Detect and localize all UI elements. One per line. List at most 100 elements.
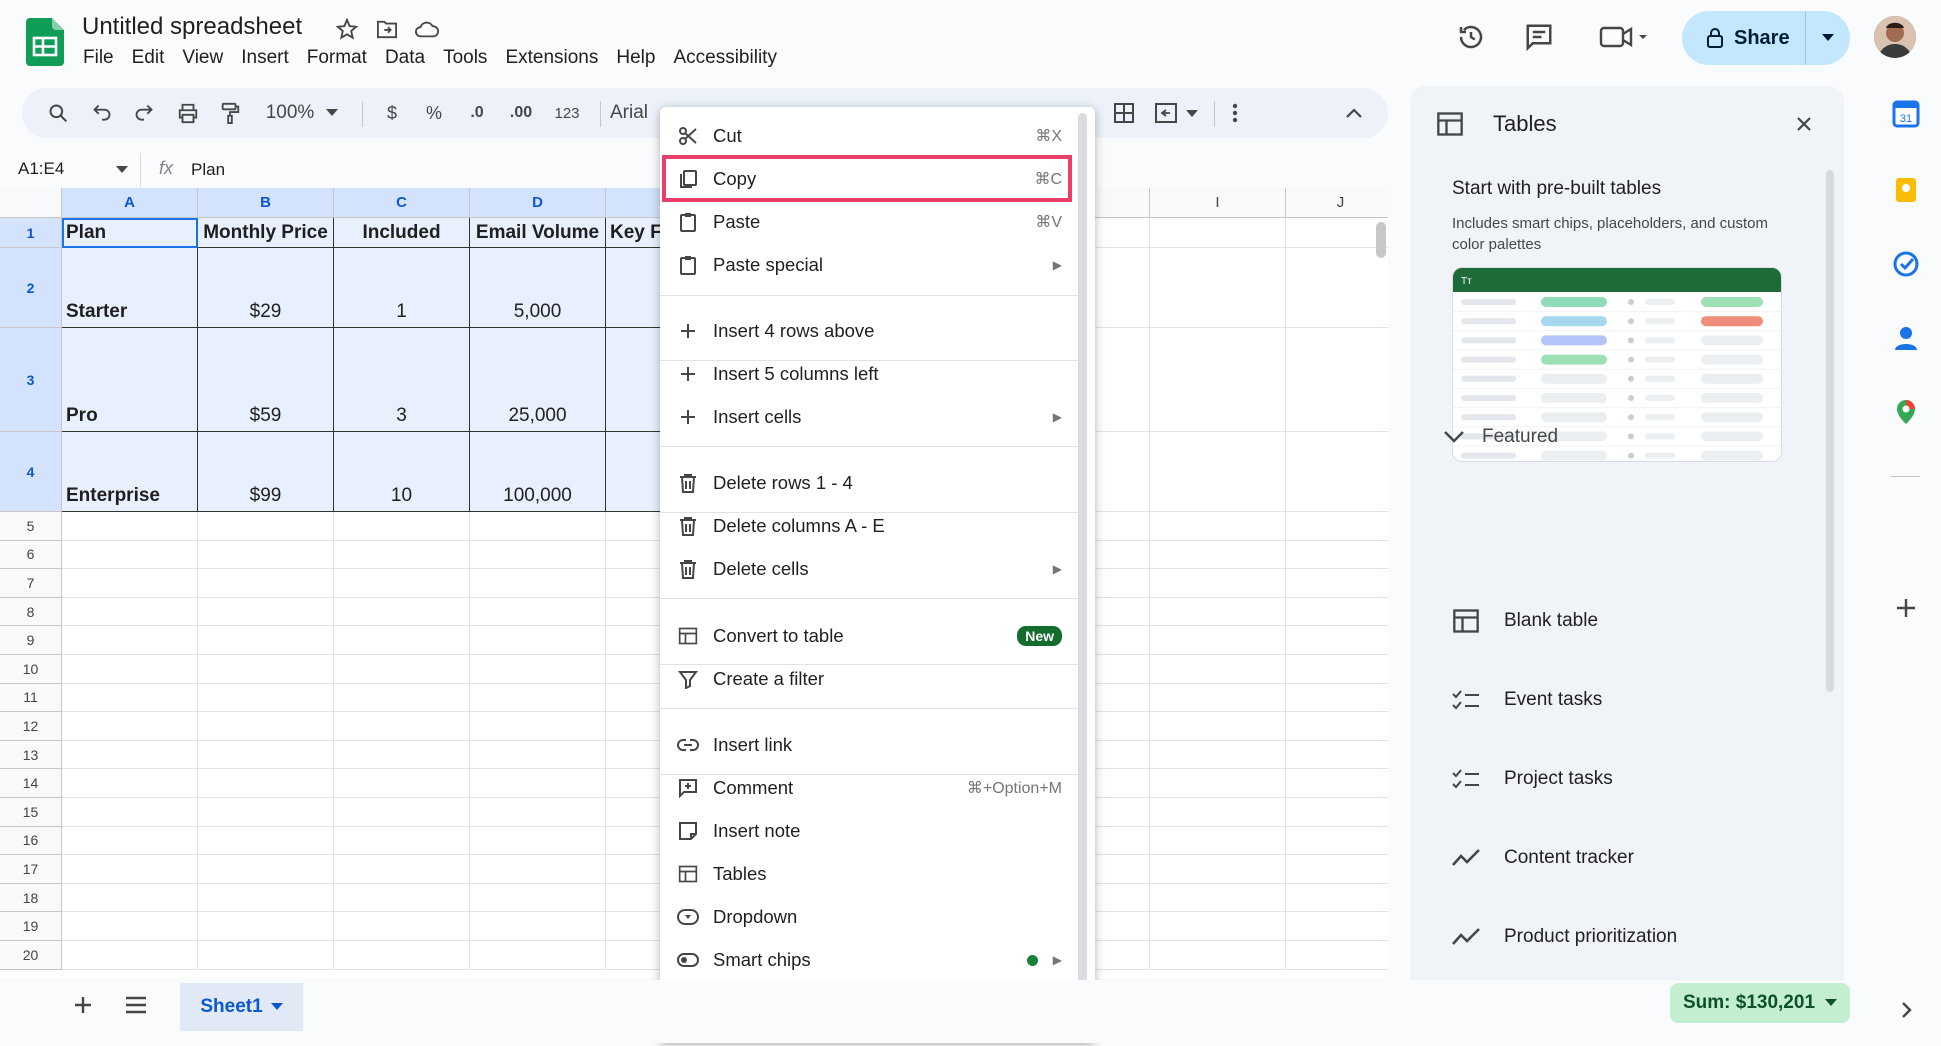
template-event-tasks[interactable]: Event tasks (1450, 684, 1602, 716)
cell[interactable] (334, 855, 470, 884)
cell[interactable] (1286, 884, 1388, 913)
cell[interactable] (1150, 328, 1286, 432)
paint-format-icon[interactable] (218, 101, 242, 125)
cell[interactable] (470, 655, 606, 684)
cell[interactable] (1286, 655, 1388, 684)
cell[interactable] (334, 826, 470, 856)
cell[interactable] (1150, 432, 1286, 512)
cell[interactable] (1150, 655, 1286, 684)
sum-indicator[interactable]: Sum: $130,201 (1670, 983, 1850, 1023)
cell[interactable]: 5,000 (470, 248, 606, 328)
cell[interactable] (470, 569, 606, 598)
cell[interactable] (1286, 769, 1388, 798)
collapse-toolbar-icon[interactable] (1342, 101, 1366, 125)
cell[interactable] (62, 941, 198, 970)
increase-decimal-button[interactable]: .00 (504, 101, 538, 125)
column-header[interactable]: J (1286, 188, 1388, 218)
document-title[interactable]: Untitled spreadsheet (82, 13, 302, 41)
avatar[interactable] (1874, 16, 1916, 58)
cell[interactable] (334, 569, 470, 598)
zoom-dropdown-icon[interactable] (325, 101, 339, 125)
row-header[interactable]: 1 (0, 218, 62, 248)
cell[interactable] (1150, 597, 1286, 627)
cell[interactable] (198, 569, 334, 598)
cell[interactable] (198, 941, 334, 970)
cell[interactable]: 25,000 (470, 328, 606, 432)
cell[interactable] (1150, 626, 1286, 655)
cell[interactable] (62, 855, 198, 884)
cell[interactable] (1286, 432, 1388, 512)
cell[interactable] (1150, 798, 1286, 827)
cell[interactable] (1150, 855, 1286, 884)
cell[interactable] (1286, 598, 1388, 627)
menu-tools[interactable]: Tools (434, 47, 496, 69)
zoom-select[interactable]: 100% (262, 101, 318, 125)
menu-help[interactable]: Help (607, 47, 664, 69)
featured-section-toggle[interactable]: Featured (1444, 426, 1558, 448)
cell[interactable] (334, 512, 470, 541)
undo-icon[interactable] (90, 101, 114, 125)
cell[interactable] (334, 655, 470, 684)
decrease-decimal-button[interactable]: .0 (462, 101, 492, 125)
menu-format[interactable]: Format (298, 47, 376, 69)
cell[interactable] (62, 540, 198, 570)
cell[interactable] (62, 912, 198, 941)
row-header[interactable]: 7 (0, 569, 62, 598)
row-header[interactable]: 8 (0, 597, 62, 627)
column-header[interactable]: A (62, 188, 198, 218)
cell[interactable] (1150, 740, 1286, 770)
menu-item-insert-4-rows-above[interactable]: Insert 4 rows above (660, 311, 1080, 351)
template-product-prioritization[interactable]: Product prioritization (1450, 921, 1677, 953)
move-folder-icon[interactable] (374, 16, 400, 42)
cell[interactable] (62, 826, 198, 856)
cell[interactable] (1286, 328, 1388, 432)
menu-item-paste-special[interactable]: Paste special ▶ (660, 245, 1080, 285)
row-header[interactable]: 14 (0, 769, 62, 798)
print-icon[interactable] (176, 101, 200, 125)
menu-item-cut[interactable]: Cut ⌘X (660, 116, 1080, 156)
cell[interactable] (1286, 941, 1388, 970)
cell[interactable] (198, 769, 334, 798)
cell[interactable] (62, 569, 198, 598)
comments-icon[interactable] (1520, 18, 1558, 56)
cell[interactable] (1286, 512, 1388, 541)
menu-item-insert-cells[interactable]: Insert cells ▶ (660, 397, 1080, 437)
keep-icon[interactable] (1892, 176, 1920, 204)
context-menu-scrollbar[interactable] (1078, 113, 1087, 1031)
cell[interactable] (470, 912, 606, 941)
cell[interactable] (1286, 741, 1388, 770)
cell[interactable] (334, 712, 470, 741)
row-header[interactable]: 13 (0, 740, 62, 770)
name-box-dropdown-icon[interactable] (116, 166, 128, 174)
version-history-icon[interactable] (1452, 18, 1490, 56)
cell[interactable] (1150, 912, 1286, 941)
menu-item-tables[interactable]: Tables (660, 854, 1080, 894)
cell[interactable] (198, 712, 334, 741)
menu-item-dropdown[interactable]: Dropdown (660, 897, 1080, 937)
template-blank-table[interactable]: Blank table (1450, 605, 1598, 637)
cell[interactable] (334, 683, 470, 713)
row-header[interactable]: 17 (0, 855, 62, 884)
contacts-icon[interactable] (1892, 324, 1920, 352)
cell[interactable] (1150, 769, 1286, 798)
sheet-tab[interactable]: Sheet1 (180, 983, 303, 1031)
cell[interactable] (470, 626, 606, 655)
formula-value[interactable]: Plan (191, 160, 225, 180)
cell[interactable] (334, 626, 470, 655)
close-icon[interactable] (1796, 116, 1812, 132)
cell[interactable] (334, 740, 470, 770)
cell[interactable] (198, 883, 334, 913)
cell[interactable] (198, 798, 334, 827)
cell[interactable] (198, 626, 334, 655)
cell[interactable]: Email Volume (470, 218, 606, 248)
row-header[interactable]: 11 (0, 683, 62, 713)
cell[interactable] (470, 597, 606, 627)
select-all-corner[interactable] (0, 188, 62, 218)
row-header[interactable]: 4 (0, 432, 62, 512)
cell[interactable] (1150, 218, 1286, 248)
cell[interactable] (334, 597, 470, 627)
menu-extensions[interactable]: Extensions (496, 47, 607, 69)
search-icon[interactable] (46, 101, 70, 125)
cell[interactable] (334, 769, 470, 798)
cell[interactable] (470, 798, 606, 827)
